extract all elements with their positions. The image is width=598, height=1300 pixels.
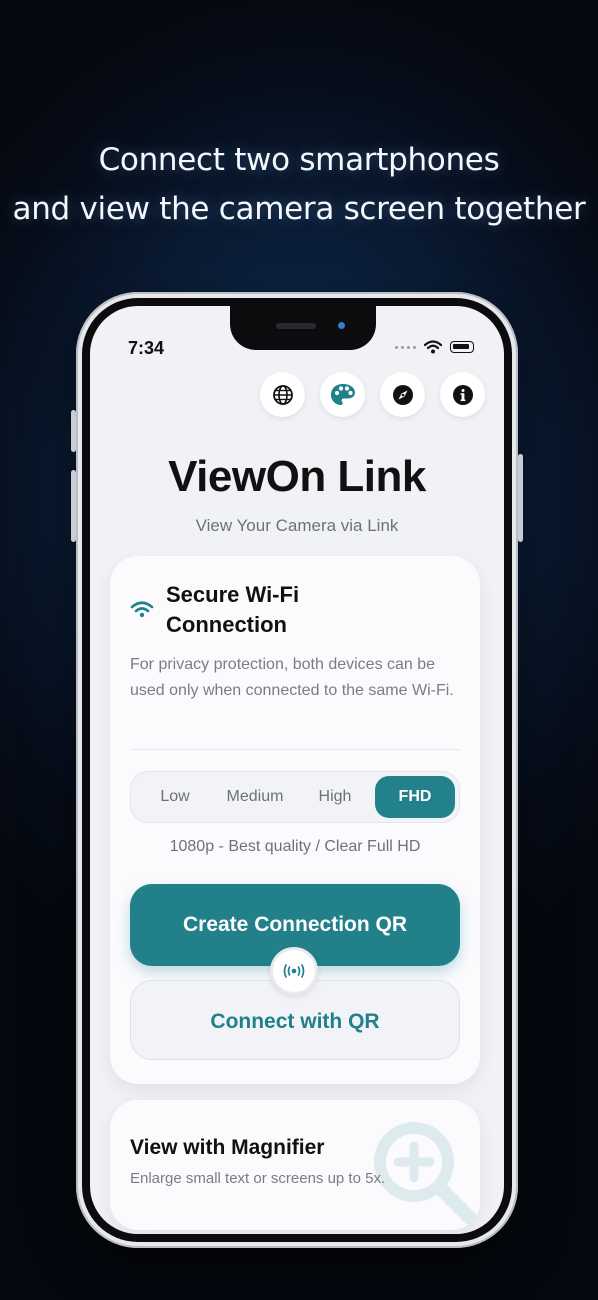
front-camera	[338, 322, 345, 329]
quality-caption: 1080p - Best quality / Clear Full HD	[169, 838, 421, 855]
explore-button[interactable]	[380, 372, 425, 417]
phone-frame: 7:34 ViewOn Link View Your Camera via Li…	[71, 292, 523, 1248]
quality-option-high[interactable]: High	[295, 776, 375, 818]
language-button[interactable]	[260, 372, 305, 417]
connection-description: For privacy protection, both devices can…	[130, 656, 454, 699]
theme-button[interactable]	[320, 372, 365, 417]
connection-card: Secure Wi-Fi Connection For privacy prot…	[110, 556, 480, 1084]
battery-icon	[450, 341, 474, 353]
app-subtitle: View Your Camera via Link	[195, 516, 399, 535]
broadcast-badge	[270, 947, 318, 995]
promo-line-1: Connect two smartphones	[98, 142, 500, 178]
signal-dots-icon	[395, 345, 416, 349]
app-screen: 7:34 ViewOn Link View Your Camera via Li…	[90, 306, 504, 1234]
phone-button	[71, 410, 76, 452]
speaker	[276, 323, 316, 329]
broadcast-icon	[283, 964, 305, 978]
app-title: ViewOn Link	[168, 452, 426, 501]
magnifier-title: View with Magnifier	[130, 1136, 325, 1159]
divider	[130, 749, 460, 750]
wifi-icon	[130, 601, 154, 618]
phone-bezel: 7:34 ViewOn Link View Your Camera via Li…	[82, 298, 512, 1242]
notch	[230, 306, 376, 350]
quality-option-low[interactable]: Low	[135, 776, 215, 818]
connect-with-qr-label: Connect with QR	[210, 1010, 380, 1033]
compass-icon	[392, 384, 413, 405]
promo-headline: Connect two smartphones and view the cam…	[0, 136, 598, 234]
top-toolbar	[260, 372, 485, 417]
info-icon	[452, 384, 473, 405]
status-time: 7:34	[128, 338, 165, 358]
quality-selector: Low Medium High FHD	[130, 771, 460, 823]
wifi-status-icon	[424, 340, 442, 354]
magnifier-description: Enlarge small text or screens up to 5x.	[130, 1170, 386, 1187]
magnifier-card[interactable]: View with Magnifier Enlarge small text o…	[110, 1100, 480, 1230]
quality-option-fhd[interactable]: FHD	[375, 776, 455, 818]
status-icons	[395, 340, 474, 354]
phone-button	[71, 470, 76, 542]
promo-line-2: and view the camera screen together	[12, 191, 586, 227]
info-button[interactable]	[440, 372, 485, 417]
create-connection-qr-label: Create Connection QR	[182, 913, 408, 936]
palette-icon	[330, 383, 355, 405]
phone-button	[518, 454, 523, 542]
globe-icon	[272, 384, 293, 405]
connection-title: Secure Wi-Fi Connection	[166, 582, 300, 637]
connection-header: Secure Wi-Fi Connection	[130, 580, 356, 640]
quality-option-medium[interactable]: Medium	[215, 776, 295, 818]
